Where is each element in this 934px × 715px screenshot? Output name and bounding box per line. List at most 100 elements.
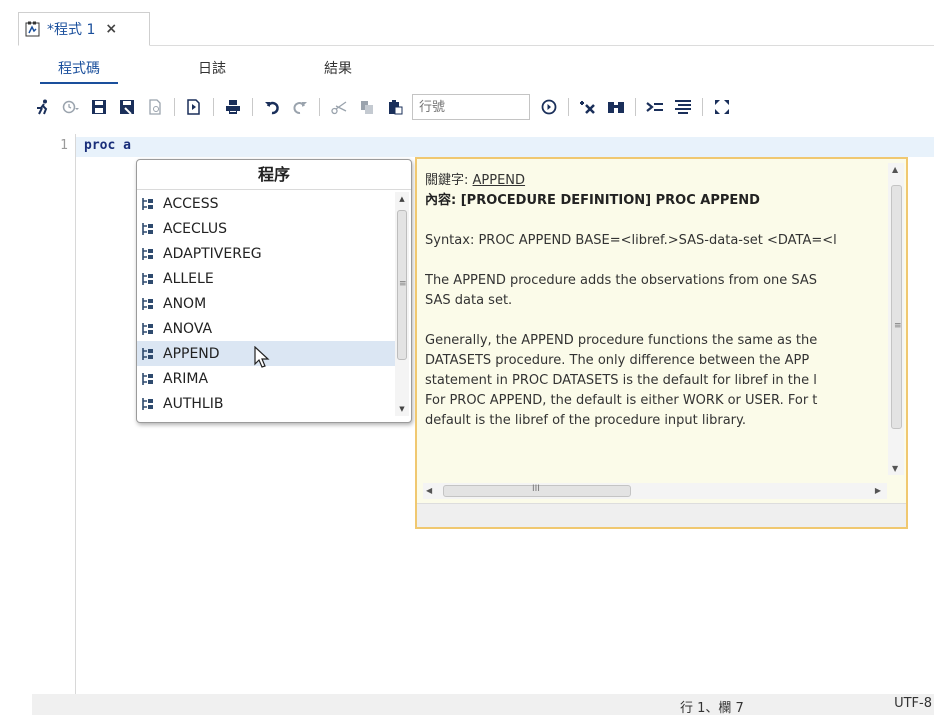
scroll-up-icon[interactable]: ▲ <box>395 192 409 206</box>
autocomplete-item-label: ALLELE <box>163 270 214 287</box>
toolbar-separator <box>635 98 636 116</box>
autocomplete-scrollbar[interactable]: ▲ ≡ ▼ <box>395 192 409 416</box>
autocomplete-item-label: APPEND <box>163 345 220 362</box>
help-content-title: 內容: [PROCEDURE DEFINITION] PROC APPEND <box>425 193 760 208</box>
autocomplete-item-label: ACCESS <box>163 195 219 212</box>
status-bar: 行 1、欄 7 UTF-8 <box>32 694 934 715</box>
document-tab-bar: *程式 1 × <box>18 0 934 46</box>
help-paragraph: The APPEND procedure adds the observatio… <box>425 273 818 288</box>
help-paragraph-line: For PROC APPEND, the default is either W… <box>425 393 818 408</box>
toolbar-separator <box>174 98 175 116</box>
line-gutter: 1 <box>32 134 76 694</box>
toolbar-separator <box>319 98 320 116</box>
document-tab[interactable]: *程式 1 × <box>18 12 150 46</box>
help-syntax: Syntax: PROC APPEND BASE=<libref.>SAS-da… <box>425 233 837 248</box>
program-file-icon <box>25 21 41 37</box>
line-number: 1 <box>60 138 68 153</box>
close-tab-icon[interactable]: × <box>105 21 117 37</box>
scroll-down-icon[interactable]: ▼ <box>892 464 898 473</box>
save-as-icon[interactable] <box>116 96 138 118</box>
grip-icon: ≡ <box>399 279 407 289</box>
help-footer <box>417 503 906 527</box>
procedure-icon <box>141 197 155 211</box>
procedure-icon <box>141 247 155 261</box>
autocomplete-item[interactable]: ALLELE <box>137 266 395 291</box>
history-icon[interactable] <box>60 96 82 118</box>
toolbar-separator <box>568 98 569 116</box>
undo-icon[interactable] <box>261 96 283 118</box>
scroll-up-icon[interactable]: ▲ <box>892 165 898 174</box>
scrollbar-thumb[interactable]: ≡ <box>891 185 902 429</box>
line-number-input[interactable] <box>412 94 530 120</box>
scroll-left-icon[interactable]: ◀ <box>426 486 432 495</box>
toolbar-separator <box>702 98 703 116</box>
toolbar-separator <box>213 98 214 116</box>
find-icon[interactable] <box>605 96 627 118</box>
procedure-icon <box>141 272 155 286</box>
help-content: 關鍵字: APPEND 內容: [PROCEDURE DEFINITION] P… <box>425 171 893 491</box>
editor-toolbar <box>32 92 934 122</box>
save-icon[interactable] <box>88 96 110 118</box>
scroll-down-icon[interactable]: ▼ <box>395 402 409 416</box>
autocomplete-item-label: ANOM <box>163 295 207 312</box>
help-keyword-row: 關鍵字: APPEND <box>425 171 893 191</box>
tab-results[interactable]: 結果 <box>306 58 370 84</box>
procedure-icon <box>141 297 155 311</box>
encoding-indicator: UTF-8 <box>894 696 932 711</box>
help-keyword-label: 關鍵字: <box>425 173 473 188</box>
autocomplete-item-label: ADAPTIVEREG <box>163 245 262 262</box>
submit-selected-icon[interactable] <box>183 96 205 118</box>
procedure-icon <box>141 397 155 411</box>
autocomplete-item[interactable]: ACECLUS <box>137 216 395 241</box>
toolbar-separator <box>252 98 253 116</box>
autocomplete-item-label: ANOVA <box>163 320 213 337</box>
open-file-icon[interactable] <box>144 96 166 118</box>
tab-code[interactable]: 程式碼 <box>40 58 118 84</box>
autocomplete-list: ACCESS ACECLUS ADAPTIVEREG ALLELE ANOM A… <box>137 191 395 413</box>
view-tabs: 程式碼 日誌 結果 <box>40 58 432 84</box>
scrollbar-thumb[interactable]: III <box>443 484 631 497</box>
autocomplete-item-label: ACECLUS <box>163 220 227 237</box>
code-text[interactable]: proc a <box>84 138 131 153</box>
paste-icon[interactable] <box>384 96 406 118</box>
scroll-right-icon[interactable]: ▶ <box>875 486 881 495</box>
autocomplete-item[interactable]: ANOVA <box>137 316 395 341</box>
copy-icon[interactable] <box>356 96 378 118</box>
help-paragraph: Generally, the APPEND procedure function… <box>425 333 818 348</box>
print-icon[interactable] <box>222 96 244 118</box>
procedure-icon <box>141 322 155 336</box>
redo-icon[interactable] <box>289 96 311 118</box>
autocomplete-item[interactable]: ACCESS <box>137 191 395 216</box>
autocomplete-item[interactable]: ANOM <box>137 291 395 316</box>
help-keyword-link[interactable]: APPEND <box>473 173 526 188</box>
run-icon[interactable] <box>32 96 54 118</box>
procedure-icon <box>141 347 155 361</box>
autocomplete-item-label: AUTHLIB <box>163 395 224 412</box>
procedure-icon <box>141 372 155 386</box>
help-vertical-scrollbar[interactable]: ▲ ≡ ▼ <box>888 163 904 475</box>
grip-icon: III <box>532 484 540 494</box>
help-horizontal-scrollbar[interactable]: ◀ III ▶ <box>423 483 887 499</box>
clear-icon[interactable] <box>577 96 599 118</box>
help-paragraph-line: SAS data set. <box>425 293 513 308</box>
autocomplete-item[interactable]: AUTHLIB <box>137 391 395 413</box>
autocomplete-item[interactable]: ADAPTIVEREG <box>137 241 395 266</box>
procedure-icon <box>141 222 155 236</box>
autocomplete-header: 程序 <box>137 160 411 190</box>
document-tab-title: *程式 1 <box>47 22 96 38</box>
tab-log[interactable]: 日誌 <box>180 58 244 84</box>
indent-icon[interactable] <box>644 96 666 118</box>
autocomplete-item-label: ARIMA <box>163 370 209 387</box>
go-to-line-icon[interactable] <box>538 96 560 118</box>
autocomplete-popup: 程序 ACCESS ACECLUS ADAPTIVEREG ALLELE ANO… <box>136 159 412 423</box>
maximize-icon[interactable] <box>711 96 733 118</box>
scrollbar-thumb[interactable]: ≡ <box>397 210 407 360</box>
cursor-position: 行 1、欄 7 <box>680 701 744 715</box>
help-paragraph-line: default is the libref of the procedure i… <box>425 413 746 428</box>
help-paragraph-line: DATASETS procedure. The only difference … <box>425 353 810 368</box>
grip-icon: ≡ <box>894 321 902 331</box>
help-paragraph-line: statement in PROC DATASETS is the defaul… <box>425 373 817 388</box>
cut-icon[interactable] <box>328 96 350 118</box>
help-tooltip-panel: 關鍵字: APPEND 內容: [PROCEDURE DEFINITION] P… <box>415 157 908 529</box>
format-code-icon[interactable] <box>672 96 694 118</box>
